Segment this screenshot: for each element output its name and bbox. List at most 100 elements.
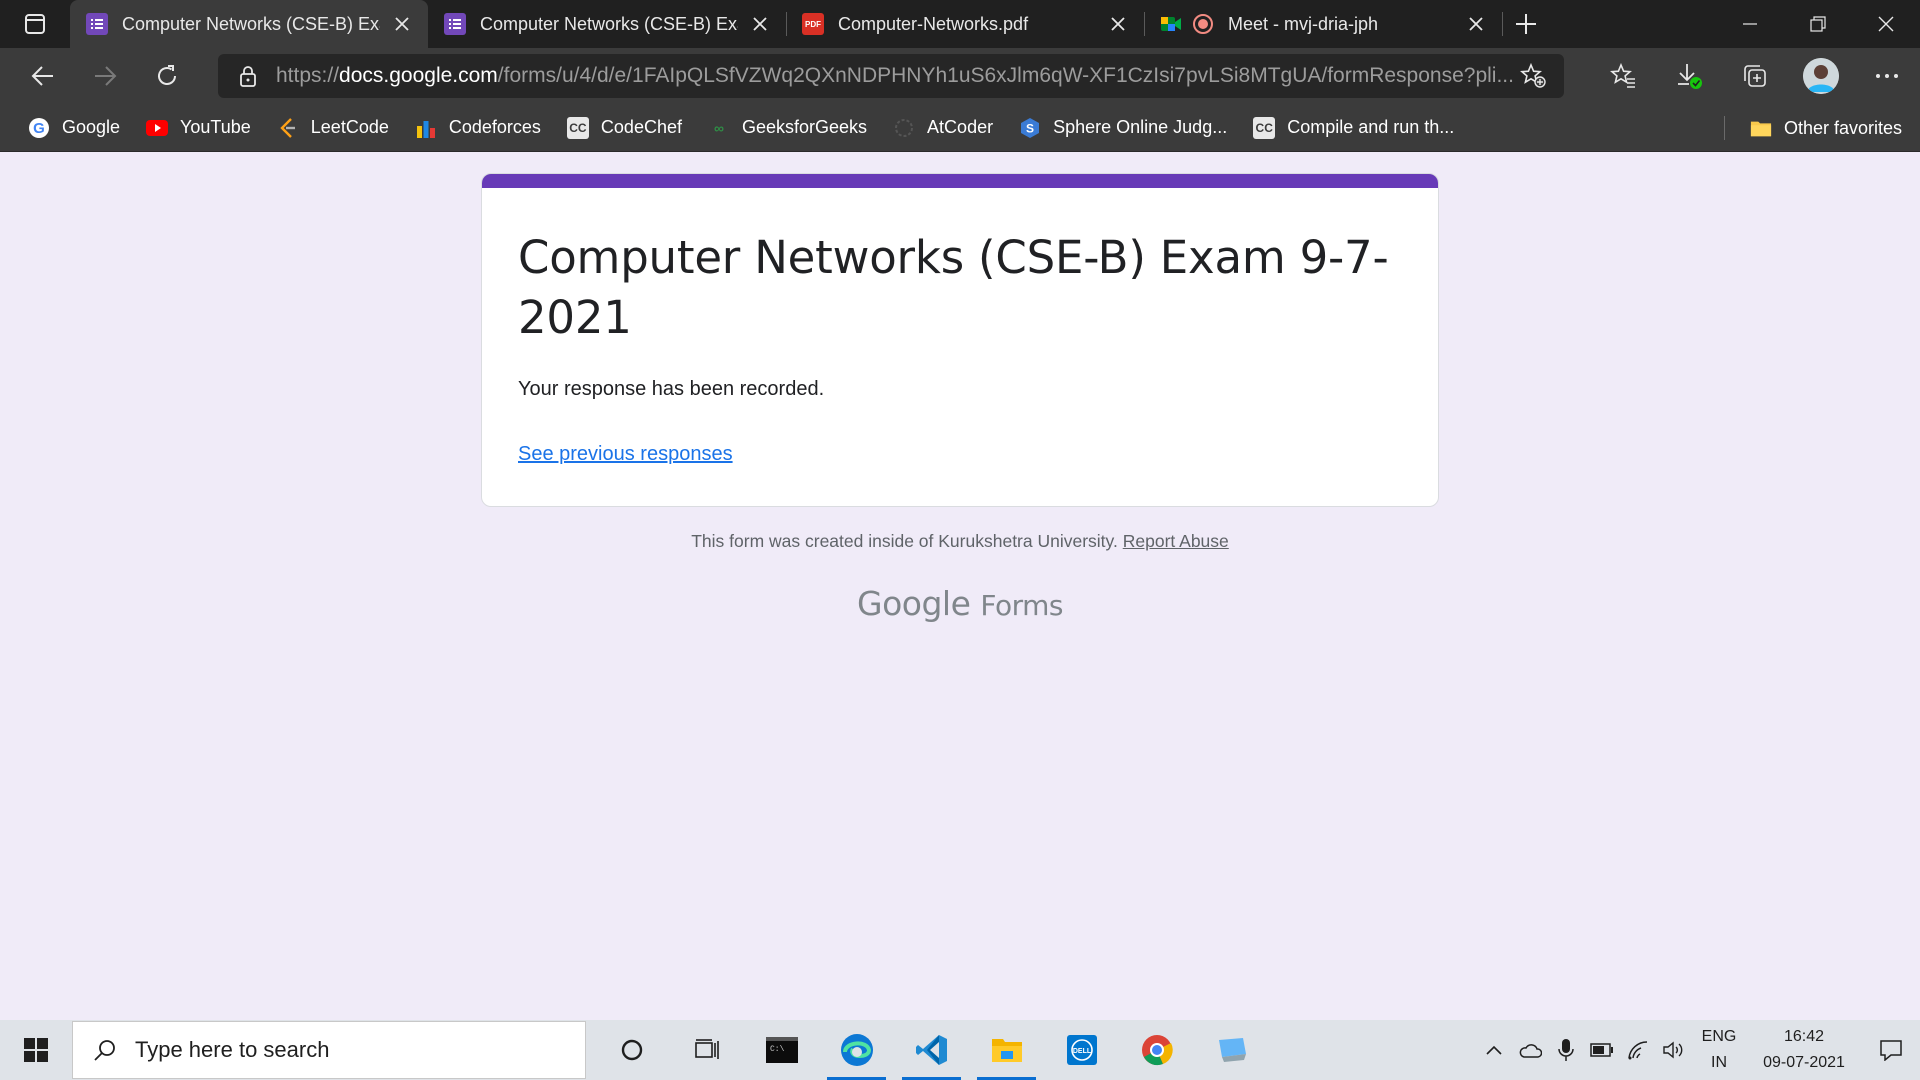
minimize-icon — [1743, 23, 1757, 25]
taskbar-dell[interactable]: DELL — [1044, 1020, 1119, 1080]
favorite-codechef[interactable]: CC CodeChef — [559, 110, 690, 146]
chrome-icon — [1141, 1035, 1173, 1066]
taskbar-apps: C:\ DELL — [594, 1020, 1269, 1080]
taskbar-edge[interactable] — [819, 1020, 894, 1080]
battery-icon — [1590, 1043, 1613, 1057]
spoj-icon: S — [1019, 117, 1041, 139]
settings-more-button[interactable] — [1854, 48, 1920, 104]
show-hidden-icons-button[interactable] — [1476, 1020, 1512, 1080]
language-code: ENG — [1701, 1028, 1737, 1045]
clock[interactable]: 16:42 09-07-2021 — [1746, 1024, 1862, 1076]
forward-button[interactable] — [74, 48, 136, 104]
wifi-button[interactable] — [1620, 1020, 1656, 1080]
close-tab-icon[interactable] — [746, 10, 774, 38]
restore-button[interactable] — [1784, 0, 1852, 48]
add-favorite-button[interactable] — [1516, 59, 1550, 93]
tab-actions-button[interactable] — [0, 0, 70, 48]
tab-forms-exam-active[interactable]: Computer Networks (CSE-B) Exam 9-7-2021 — [70, 0, 428, 48]
atcoder-icon — [893, 117, 915, 139]
tab-pdf[interactable]: PDF Computer-Networks.pdf — [786, 0, 1145, 48]
windows-taskbar: Type here to search C:\ DELL ENG IN 16:4… — [0, 1020, 1920, 1080]
profile-button[interactable] — [1788, 48, 1854, 104]
google-forms-logo[interactable]: Google Forms — [0, 584, 1920, 623]
close-window-button[interactable] — [1852, 0, 1920, 48]
speaker-icon — [1663, 1041, 1683, 1059]
recording-icon — [1192, 13, 1214, 35]
favorite-label: Google — [62, 117, 121, 137]
taskbar-network-app[interactable] — [1194, 1020, 1269, 1080]
browser-toolbar: https://docs.google.com/forms/u/4/d/e/1F… — [0, 48, 1920, 104]
battery-button[interactable] — [1584, 1020, 1620, 1080]
svg-text:C:\: C:\ — [770, 1045, 785, 1054]
see-previous-responses-link[interactable]: See previous responses — [518, 443, 733, 466]
taskbar-terminal[interactable]: C:\ — [744, 1020, 819, 1080]
favorite-codeforces[interactable]: Codeforces — [407, 110, 549, 146]
tab-title: Computer Networks (CSE-B) Exam 9-7-2021 — [122, 13, 380, 34]
new-tab-button[interactable] — [1502, 0, 1550, 48]
tab-separator — [1502, 12, 1503, 36]
url-scheme: https:// — [276, 64, 340, 87]
favorite-atcoder[interactable]: AtCoder — [885, 110, 1001, 146]
cortana-button[interactable] — [594, 1020, 669, 1080]
taskbar-file-explorer[interactable] — [969, 1020, 1044, 1080]
form-title: Computer Networks (CSE-B) Exam 9-7-2021 — [518, 231, 1389, 344]
favorite-compile-run[interactable]: CC Compile and run th... — [1245, 110, 1462, 146]
close-tab-icon[interactable] — [388, 10, 416, 38]
plus-icon — [1516, 14, 1536, 34]
more-dots-icon — [1876, 74, 1898, 78]
search-icon — [94, 1040, 115, 1061]
address-bar[interactable]: https://docs.google.com/forms/u/4/d/e/1F… — [218, 54, 1564, 98]
favorite-geeksforgeeks[interactable]: ∞ GeeksforGeeks — [700, 110, 875, 146]
tab-forms-exam[interactable]: Computer Networks (CSE-B) Exam 9-7-2021 — [428, 0, 787, 48]
tab-strip: Computer Networks (CSE-B) Exam 9-7-2021 … — [0, 0, 1920, 48]
favorites-button[interactable] — [1590, 48, 1656, 104]
refresh-icon — [158, 65, 176, 85]
favorite-youtube[interactable]: YouTube — [138, 110, 259, 146]
tab-meet[interactable]: Meet - mvj-dria-jph — [1144, 0, 1503, 48]
collections-button[interactable] — [1722, 48, 1788, 104]
task-view-button[interactable] — [669, 1020, 744, 1080]
minimize-button[interactable] — [1716, 0, 1784, 48]
svg-text:DELL: DELL — [1072, 1048, 1091, 1055]
taskbar-vscode[interactable] — [894, 1020, 969, 1080]
command-prompt-icon: C:\ — [765, 1037, 798, 1063]
close-tab-icon[interactable] — [1462, 10, 1490, 38]
favorite-label: Sphere Online Judg... — [1053, 117, 1228, 137]
close-tab-icon[interactable] — [1104, 10, 1132, 38]
svg-text:S: S — [1026, 121, 1034, 135]
action-center-button[interactable] — [1862, 1020, 1920, 1080]
start-button[interactable] — [0, 1020, 72, 1080]
language-indicator[interactable]: ENG IN — [1692, 1024, 1746, 1076]
favorite-google[interactable]: G Google — [20, 110, 128, 146]
logo-forms-word: Forms — [980, 589, 1063, 622]
taskbar-chrome[interactable] — [1119, 1020, 1194, 1080]
other-favorites-folder[interactable]: Other favorites — [1742, 110, 1910, 146]
cortana-icon — [621, 1039, 642, 1061]
search-placeholder: Type here to search — [135, 1037, 330, 1062]
favorite-label: AtCoder — [927, 117, 994, 137]
back-button[interactable] — [12, 48, 74, 104]
microphone-button[interactable] — [1548, 1020, 1584, 1080]
codeforces-icon — [415, 117, 437, 139]
volume-button[interactable] — [1656, 1020, 1692, 1080]
favorite-leetcode[interactable]: LeetCode — [269, 110, 397, 146]
restore-icon — [1810, 16, 1826, 32]
tab-title: Computer Networks (CSE-B) Exam 9-7-2021 — [480, 13, 738, 34]
geeksforgeeks-icon: ∞ — [713, 119, 724, 136]
onedrive-button[interactable] — [1512, 1020, 1548, 1080]
toolbar-right-actions — [1590, 48, 1920, 104]
lock-icon[interactable] — [236, 64, 260, 88]
close-icon — [1878, 16, 1894, 32]
system-tray: ENG IN 16:42 09-07-2021 — [1476, 1020, 1920, 1080]
downloads-button[interactable] — [1656, 48, 1722, 104]
download-icon — [1678, 64, 1702, 89]
google-forms-icon — [444, 13, 466, 35]
youtube-icon — [146, 117, 169, 139]
svg-text:G: G — [33, 120, 45, 137]
favorite-spoj[interactable]: S Sphere Online Judg... — [1011, 110, 1235, 146]
taskbar-search-box[interactable]: Type here to search — [72, 1021, 586, 1079]
favorites-separator — [1724, 116, 1725, 140]
refresh-button[interactable] — [136, 48, 198, 104]
url-text: https://docs.google.com/forms/u/4/d/e/1F… — [276, 64, 1516, 88]
report-abuse-link[interactable]: Report Abuse — [1123, 531, 1229, 551]
